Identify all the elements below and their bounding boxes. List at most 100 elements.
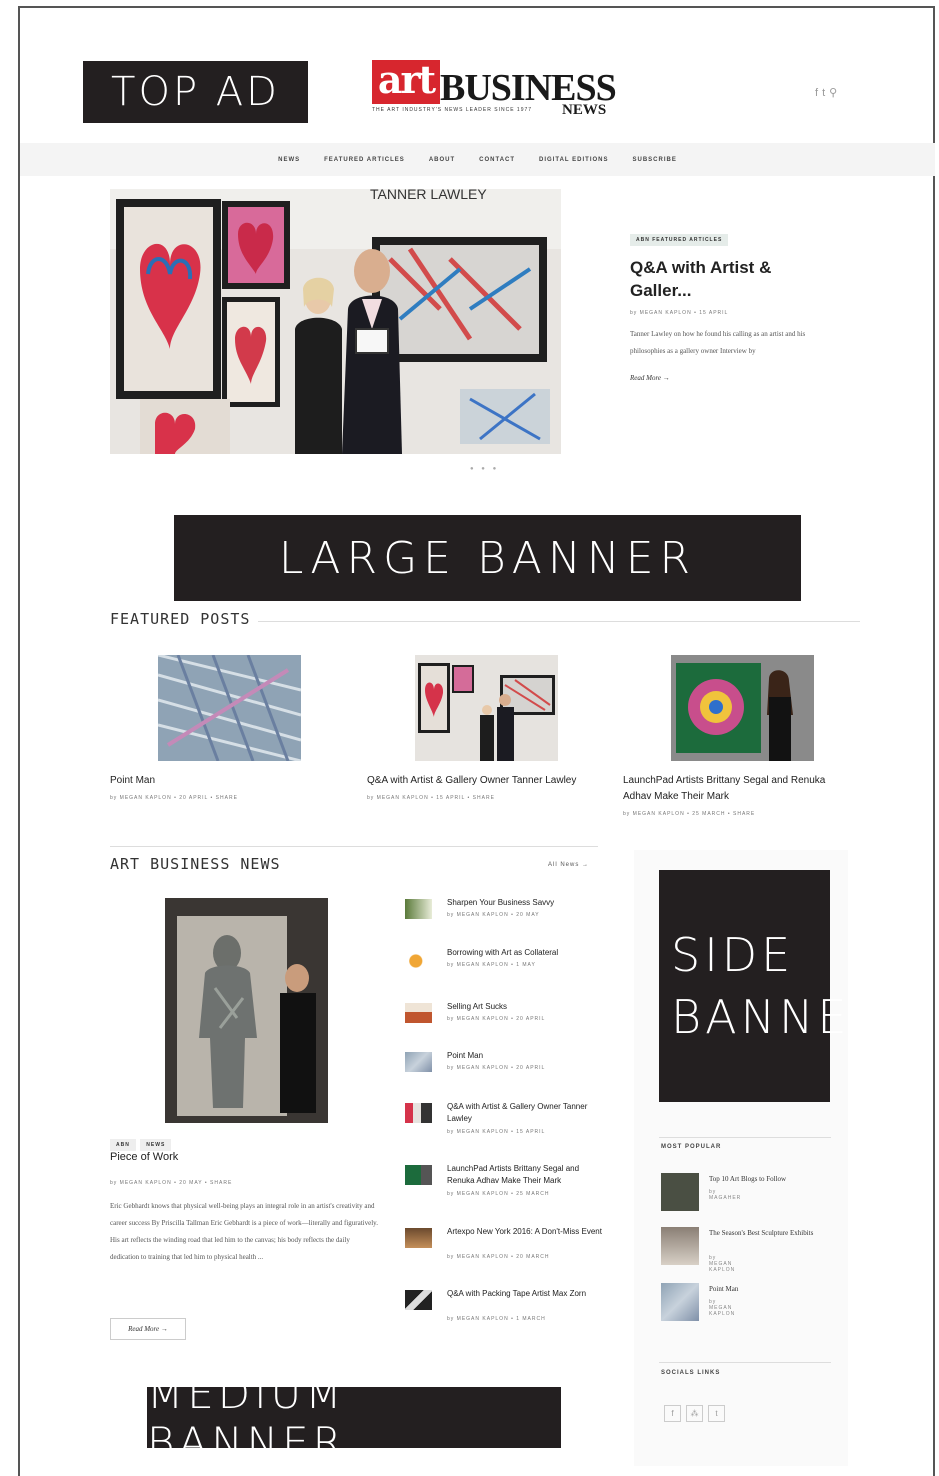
nav-item-digital-editions[interactable]: DIGITAL EDITIONS	[539, 157, 608, 163]
facebook-icon[interactable]: f	[815, 87, 822, 99]
most-popular-divider	[659, 1137, 831, 1138]
list-item-thumbnail[interactable]	[405, 1052, 432, 1072]
featured-post-title[interactable]: Q&A with Artist & Gallery Owner Tanner L…	[367, 773, 607, 789]
abn-main-title[interactable]: Piece of Work	[110, 1151, 178, 1163]
list-item-title[interactable]: Sharpen Your Business Savvy	[447, 897, 607, 909]
abstract-grid-image	[158, 655, 301, 761]
nav-item-news[interactable]: NEWS	[278, 157, 300, 163]
hero-excerpt: Tanner Lawley on how he found his callin…	[630, 330, 806, 355]
hero-read-more-link[interactable]: Read More →	[630, 374, 820, 382]
abn-heading: ART BUSINESS NEWS	[110, 855, 281, 873]
abn-main-tags: ABN NEWS	[110, 1133, 172, 1151]
social-links-heading: SOCIALS LINKS	[661, 1370, 721, 1376]
nav-item-featured-articles[interactable]: FEATURED ARTICLES	[324, 157, 405, 163]
most-popular-list: Top 10 Art Blogs to Follow by MAGAHER Th…	[661, 1173, 833, 1333]
list-item-meta: by MEGAN KAPLON • 15 APRIL	[447, 1129, 546, 1135]
abn-main-excerpt: Eric Gebhardt knows that physical well-b…	[110, 1202, 378, 1261]
social-divider	[659, 1362, 831, 1363]
tag-abn[interactable]: ABN	[110, 1139, 136, 1151]
list-item-meta: by MEGAN KAPLON • 20 APRIL	[447, 1065, 546, 1071]
featured-post-thumbnail[interactable]	[158, 655, 301, 761]
large-banner-placeholder[interactable]: LARGE BANNER	[174, 515, 801, 601]
tag-news[interactable]: NEWS	[140, 1139, 172, 1151]
list-item-title[interactable]: Selling Art Sucks	[447, 1001, 607, 1013]
list-item-thumbnail[interactable]	[405, 949, 432, 969]
all-news-link[interactable]: All News →	[548, 862, 589, 868]
gallery-photo-image	[415, 655, 558, 761]
featured-post-card[interactable]: Q&A with Artist & Gallery Owner Tanner L…	[367, 655, 607, 801]
sculpture-photo	[165, 898, 328, 1123]
list-item-meta: by MAGAHER	[709, 1189, 742, 1201]
list-item-title[interactable]: Borrowing with Art as Collateral	[447, 947, 607, 959]
list-item-title[interactable]: Artexpo New York 2016: A Don't-Miss Even…	[447, 1226, 607, 1238]
list-item-thumbnail[interactable]	[661, 1227, 699, 1265]
social-links: f ⁂ t	[664, 1403, 730, 1422]
featured-post-thumbnail[interactable]	[671, 655, 814, 761]
search-icon[interactable]: ⚲	[829, 87, 841, 99]
featured-post-card[interactable]: Point Man by MEGAN KAPLON • 20 APRIL • S…	[110, 655, 340, 801]
facebook-icon[interactable]: f	[664, 1405, 681, 1422]
side-banner-label-line2: BANNER	[671, 990, 887, 1044]
nav-item-about[interactable]: ABOUT	[429, 157, 455, 163]
list-item-meta: by MEGAN KAPLON • 20 APRIL	[447, 1016, 546, 1022]
featured-post-meta: by MEGAN KAPLON • 25 MARCH • SHARE	[623, 811, 756, 817]
featured-post-thumbnail[interactable]	[415, 655, 558, 761]
list-item-thumbnail[interactable]	[405, 899, 432, 919]
twitter-icon[interactable]: t	[708, 1405, 725, 1422]
list-item-title[interactable]: Point Man	[447, 1050, 607, 1062]
side-banner-placeholder[interactable]: SIDE BANNER	[659, 870, 882, 1102]
list-item-title[interactable]: LaunchPad Artists Brittany Segal and Ren…	[447, 1163, 607, 1187]
hero-title[interactable]: Q&A with Artist & Galler...	[630, 256, 820, 302]
list-item-meta: by MEGAN KAPLON • 1 MAY	[447, 962, 536, 968]
list-item-meta: by MEGAN KAPLON	[709, 1255, 736, 1273]
site-logo[interactable]: art BUSINESS NEWS THE ART INDUSTRY'S NEW…	[372, 60, 617, 122]
featured-post-meta: by MEGAN KAPLON • 20 APRIL • SHARE	[110, 795, 238, 801]
top-ad-placeholder[interactable]: TOP AD	[83, 61, 308, 123]
list-item-thumbnail[interactable]	[405, 1003, 432, 1023]
abn-top-divider	[110, 846, 598, 847]
list-item-title[interactable]: Point Man	[709, 1283, 819, 1295]
list-item-thumbnail[interactable]	[661, 1173, 699, 1211]
list-item-meta: by MEGAN KAPLON • 20 MAY	[447, 912, 540, 918]
featured-posts-heading: FEATURED POSTS	[110, 610, 251, 628]
hero-image-caption: TANNER LAWLEY	[370, 186, 487, 202]
main-nav: NEWS FEATURED ARTICLES ABOUT CONTACT DIG…	[20, 143, 935, 176]
header-icons: ft⚲	[815, 86, 841, 99]
abn-main-image[interactable]	[165, 898, 328, 1123]
artist-with-painting-image	[671, 655, 814, 761]
medium-banner-placeholder[interactable]: MEDIUM BANNER	[147, 1369, 561, 1467]
list-item-meta: by MEGAN KAPLON • 1 MARCH	[447, 1316, 546, 1322]
list-item-thumbnail[interactable]	[405, 1165, 432, 1185]
large-banner-label: LARGE BANNER	[278, 532, 697, 584]
hero-photo	[110, 189, 561, 454]
share-icon[interactable]: ⁂	[686, 1405, 703, 1422]
list-item-thumbnail[interactable]	[405, 1290, 432, 1310]
featured-post-meta: by MEGAN KAPLON • 15 APRIL • SHARE	[367, 795, 495, 801]
abn-read-more-button[interactable]: Read More →	[110, 1318, 186, 1340]
list-item-thumbnail[interactable]	[661, 1283, 699, 1321]
featured-post-card[interactable]: LaunchPad Artists Brittany Segal and Ren…	[623, 655, 843, 817]
most-popular-heading: MOST POPULAR	[661, 1144, 722, 1150]
list-item-thumbnail[interactable]	[405, 1103, 432, 1123]
featured-post-title[interactable]: LaunchPad Artists Brittany Segal and Ren…	[623, 773, 843, 805]
logo-business: BUSINESS	[440, 67, 617, 109]
hero-slider-image[interactable]	[110, 189, 561, 454]
list-item-thumbnail[interactable]	[405, 1228, 432, 1248]
logo-art: art	[372, 60, 440, 104]
top-ad-label: TOP AD	[111, 69, 280, 115]
slider-dots[interactable]: ● ● ●	[470, 466, 499, 472]
list-item-title[interactable]: Q&A with Packing Tape Artist Max Zorn	[447, 1288, 607, 1300]
list-item-title[interactable]: Q&A with Artist & Gallery Owner Tanner L…	[447, 1101, 607, 1125]
list-item-title[interactable]: Top 10 Art Blogs to Follow	[709, 1173, 819, 1185]
side-banner-label-line1: SIDE	[671, 928, 795, 982]
nav-item-contact[interactable]: CONTACT	[479, 157, 515, 163]
abn-main-meta: by MEGAN KAPLON • 20 MAY • SHARE	[110, 1180, 233, 1186]
list-item-title[interactable]: The Season's Best Sculpture Exhibits	[709, 1227, 819, 1239]
hero-category-tag[interactable]: ABN FEATURED ARTICLES	[630, 234, 729, 246]
logo-tagline: THE ART INDUSTRY'S NEWS LEADER SINCE 197…	[372, 107, 533, 113]
medium-banner-label: MEDIUM BANNER	[147, 1368, 346, 1467]
nav-item-subscribe[interactable]: SUBSCRIBE	[633, 157, 677, 163]
list-item-meta: by MEGAN KAPLON • 20 MARCH	[447, 1254, 550, 1260]
featured-post-title[interactable]: Point Man	[110, 773, 340, 789]
list-item-meta: by MEGAN KAPLON • 25 MARCH	[447, 1191, 550, 1197]
